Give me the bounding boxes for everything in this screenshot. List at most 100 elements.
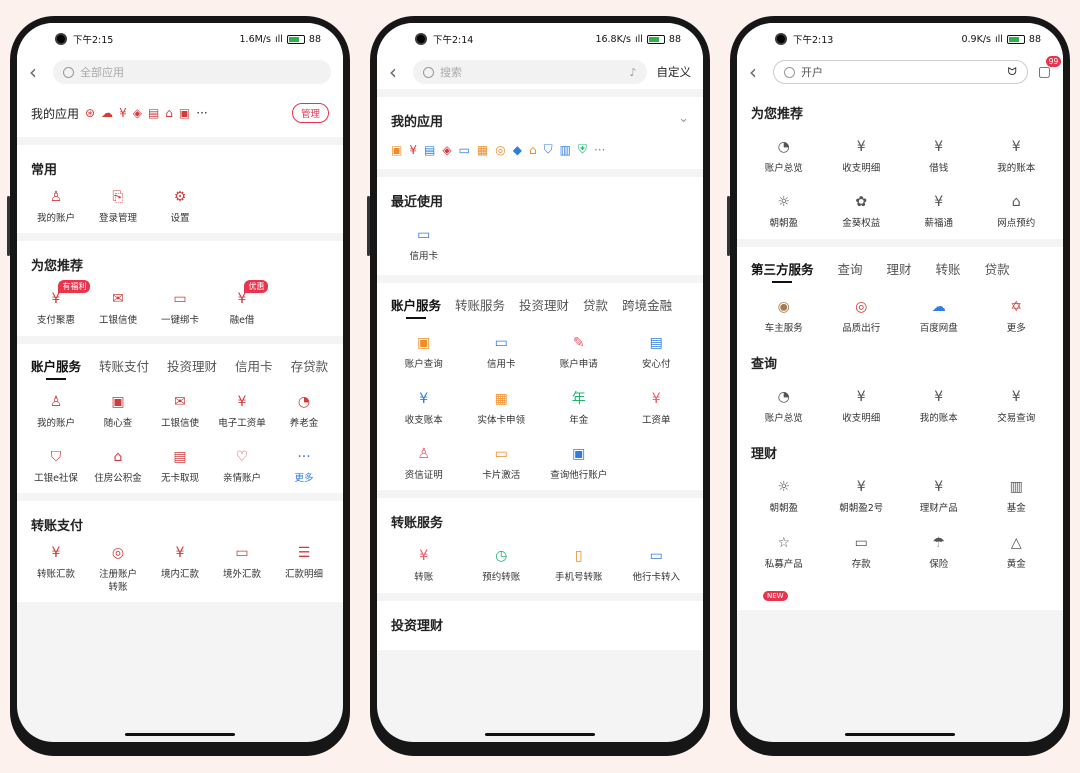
wealth-item[interactable]: ¥ 朝朝盈2号 bbox=[823, 476, 901, 515]
app-shortcut-icon[interactable]: ▣ bbox=[391, 143, 402, 157]
service-item[interactable]: ▤ 安心付 bbox=[618, 332, 696, 371]
app-shortcut-icon[interactable]: ⌂ bbox=[529, 143, 537, 157]
service-item[interactable]: ▭ 卡片激活 bbox=[463, 443, 541, 482]
app-shortcut-icon[interactable]: ▥ bbox=[560, 143, 571, 157]
recommend-item[interactable]: ▭ 一键绑卡 bbox=[149, 288, 211, 327]
account-item[interactable]: ▣ 随心查 bbox=[87, 391, 149, 430]
common-item[interactable]: ♙ 我的账户 bbox=[25, 186, 87, 225]
app-shortcut-icon[interactable]: ¥ bbox=[119, 106, 127, 120]
back-icon[interactable]: ‹ bbox=[29, 60, 43, 84]
tab[interactable]: 账户服务 bbox=[391, 295, 441, 320]
search-input[interactable]: 全部应用 bbox=[53, 60, 331, 84]
common-item[interactable]: ⚙ 设置 bbox=[149, 186, 211, 225]
service-item[interactable]: ▭ 信用卡 bbox=[463, 332, 541, 371]
tab[interactable]: 账户服务 bbox=[31, 356, 81, 380]
app-shortcut-icon[interactable]: ⛨ bbox=[578, 142, 587, 157]
app-shortcut-icon[interactable]: ☁ bbox=[101, 106, 113, 120]
service-item[interactable]: ¥ 收支账本 bbox=[385, 388, 463, 427]
app-shortcut-icon[interactable]: ◈ bbox=[442, 143, 451, 157]
back-icon[interactable]: ‹ bbox=[749, 60, 763, 84]
recommend-item[interactable]: ☼ 朝朝盈 bbox=[745, 191, 823, 230]
app-shortcut-icon[interactable]: ▤ bbox=[424, 143, 435, 157]
recommend-item[interactable]: ⌂ 网点预约 bbox=[978, 191, 1056, 230]
service-item[interactable]: ▦ 实体卡申领 bbox=[463, 388, 541, 427]
recent-item[interactable]: ▭ 信用卡 bbox=[385, 224, 463, 263]
wealth-item[interactable]: ☼ 朝朝盈 bbox=[745, 476, 823, 515]
back-icon[interactable]: ‹ bbox=[389, 60, 403, 84]
wealth-item[interactable]: ▥ 基金 bbox=[978, 476, 1056, 515]
account-item[interactable]: ✉ 工银信使 bbox=[149, 391, 211, 430]
transfer-item[interactable]: ¥ 转账汇款 bbox=[25, 542, 87, 594]
transfer-item[interactable]: ◷ 预约转账 bbox=[463, 545, 541, 584]
recommend-item[interactable]: ¥ 借钱 bbox=[900, 136, 978, 175]
wealth-item[interactable]: ¥ 理财产品 bbox=[900, 476, 978, 515]
query-item[interactable]: ◔ 账户总览 bbox=[745, 386, 823, 425]
search-input[interactable]: 开户 ᗢ bbox=[773, 60, 1028, 84]
app-shortcut-icon[interactable]: ⊛ bbox=[85, 106, 95, 120]
tab[interactable]: 理财 bbox=[887, 259, 912, 278]
app-shortcut-icon[interactable]: ◈ bbox=[133, 106, 142, 120]
transfer-item[interactable]: ▭ 他行卡转入 bbox=[618, 545, 696, 584]
more-icon[interactable]: ··· bbox=[196, 106, 207, 120]
account-item[interactable]: ⛉ 工银e社保 bbox=[25, 446, 87, 485]
tab[interactable]: 贷款 bbox=[985, 259, 1010, 278]
third-party-item[interactable]: ✡ 更多 bbox=[978, 296, 1056, 335]
service-item[interactable]: ✎ 账户申请 bbox=[540, 332, 618, 371]
query-item[interactable]: ¥ 交易查询 bbox=[978, 386, 1056, 425]
customize-button[interactable]: 自定义 bbox=[657, 64, 692, 80]
wealth-item[interactable]: ▭ 存款 bbox=[823, 532, 901, 571]
recommend-item[interactable]: ¥ 我的账本 bbox=[978, 136, 1056, 175]
tab[interactable]: 查询 bbox=[838, 259, 863, 278]
wealth-item[interactable]: ☂ 保险 bbox=[900, 532, 978, 571]
query-item[interactable]: ¥ 收支明细 bbox=[823, 386, 901, 425]
recommend-item[interactable]: 优惠 ¥ 融e借 bbox=[211, 280, 273, 327]
chevron-down-icon[interactable]: ⌄ bbox=[678, 111, 689, 130]
home-indicator[interactable] bbox=[125, 733, 235, 736]
account-item[interactable]: ··· 更多 bbox=[273, 446, 335, 485]
home-indicator[interactable] bbox=[845, 733, 955, 736]
recommend-item[interactable]: ¥ 收支明细 bbox=[823, 136, 901, 175]
tab[interactable]: 存贷款 bbox=[291, 356, 329, 375]
transfer-item[interactable]: ◎ 注册账户转账 bbox=[87, 542, 149, 594]
cat-icon[interactable]: ᗢ bbox=[1008, 65, 1017, 79]
common-item[interactable]: ⎘ 登录管理 bbox=[87, 186, 149, 225]
recommend-item[interactable]: ✉ 工银信使 bbox=[87, 288, 149, 327]
recommend-item[interactable]: ✿ 金葵权益 bbox=[823, 191, 901, 230]
account-item[interactable]: ¥ 电子工资单 bbox=[211, 391, 273, 430]
transfer-item[interactable]: ☰ 汇款明细 bbox=[273, 542, 335, 594]
mic-icon[interactable]: ♪ bbox=[629, 66, 636, 79]
app-shortcut-icon[interactable]: ⛉ bbox=[544, 142, 553, 157]
transfer-item[interactable]: ▭ 境外汇款 bbox=[211, 542, 273, 594]
account-item[interactable]: ⌂ 住房公积金 bbox=[87, 446, 149, 485]
tab[interactable]: 转账支付 bbox=[99, 356, 149, 375]
service-item[interactable]: ▣ 查询他行账户 bbox=[540, 443, 618, 482]
service-item[interactable]: ▣ 账户查询 bbox=[385, 332, 463, 371]
manage-button[interactable]: 管理 bbox=[291, 103, 329, 123]
app-shortcut-icon[interactable]: ▭ bbox=[459, 143, 470, 157]
account-item[interactable]: ▤ 无卡取现 bbox=[149, 446, 211, 485]
app-shortcut-icon[interactable]: ▦ bbox=[477, 143, 488, 157]
tab[interactable]: 转账 bbox=[936, 259, 961, 278]
third-party-item[interactable]: ☁ 百度网盘 bbox=[900, 296, 978, 335]
service-item[interactable]: ¥ 工资单 bbox=[618, 388, 696, 427]
wealth-item[interactable]: △ 黄金 bbox=[978, 532, 1056, 571]
tab[interactable]: 贷款 bbox=[583, 295, 608, 314]
query-item[interactable]: ¥ 我的账本 bbox=[900, 386, 978, 425]
app-shortcut-icon[interactable]: ◎ bbox=[495, 143, 505, 157]
account-item[interactable]: ♡ 亲情账户 bbox=[211, 446, 273, 485]
tab[interactable]: 跨境金融 bbox=[622, 295, 672, 314]
wealth-item[interactable]: ☆ 私募产品 bbox=[745, 532, 823, 571]
tab[interactable]: 信用卡 bbox=[235, 356, 273, 375]
recommend-item[interactable]: ¥ 薪福通 bbox=[900, 191, 978, 230]
transfer-item[interactable]: ▯ 手机号转账 bbox=[540, 545, 618, 584]
service-item[interactable]: 年年金 bbox=[540, 388, 618, 427]
third-party-item[interactable]: ◎ 品质出行 bbox=[823, 296, 901, 335]
app-shortcut-icon[interactable]: ⌂ bbox=[165, 106, 173, 120]
app-shortcut-icon[interactable]: ▣ bbox=[179, 106, 190, 120]
more-icon[interactable]: ··· bbox=[594, 143, 605, 157]
message-icon[interactable]: ▢ 99 bbox=[1038, 56, 1062, 80]
tab[interactable]: 第三方服务 bbox=[751, 259, 814, 283]
app-shortcut-icon[interactable]: ▤ bbox=[148, 106, 159, 120]
app-shortcut-icon[interactable]: ◆ bbox=[513, 143, 522, 157]
account-item[interactable]: ◔ 养老金 bbox=[273, 391, 335, 430]
